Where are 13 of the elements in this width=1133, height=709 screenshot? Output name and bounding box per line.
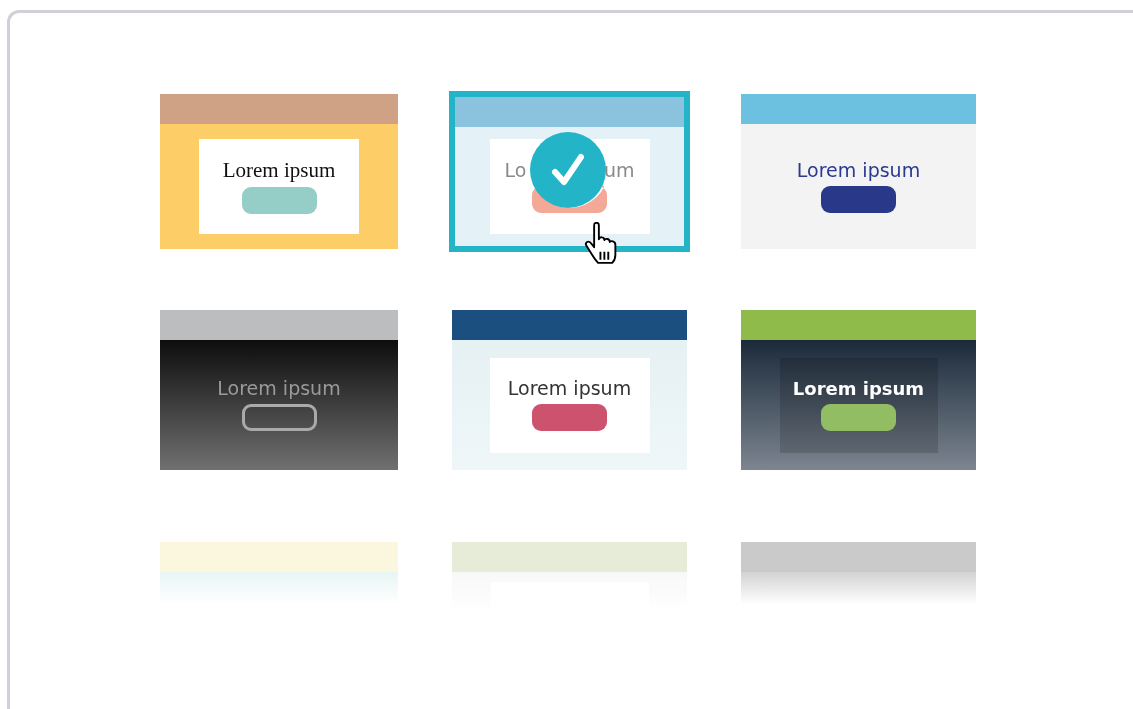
check-badge-icon — [530, 132, 606, 208]
sample-text: Lorem ipsum — [792, 379, 925, 398]
sample-text: Lorem ipsum — [796, 160, 921, 180]
sample-text: Lorem ipsum — [222, 159, 336, 181]
theme-tile[interactable]: Lorem ipsum — [160, 310, 398, 470]
sample-text: Lo — [504, 160, 527, 180]
theme-tile[interactable] — [741, 542, 976, 604]
theme-tile[interactable]: Lorem ipsum — [452, 310, 687, 470]
sample-text: Lorem ipsum — [507, 379, 632, 398]
theme-tile[interactable]: Lorem ipsum — [160, 94, 398, 249]
sample-text: Lorem ipsum — [217, 379, 341, 398]
theme-tile[interactable]: Lorem ipsum — [741, 94, 976, 249]
theme-tile[interactable]: Lorem ipsum — [741, 310, 976, 470]
